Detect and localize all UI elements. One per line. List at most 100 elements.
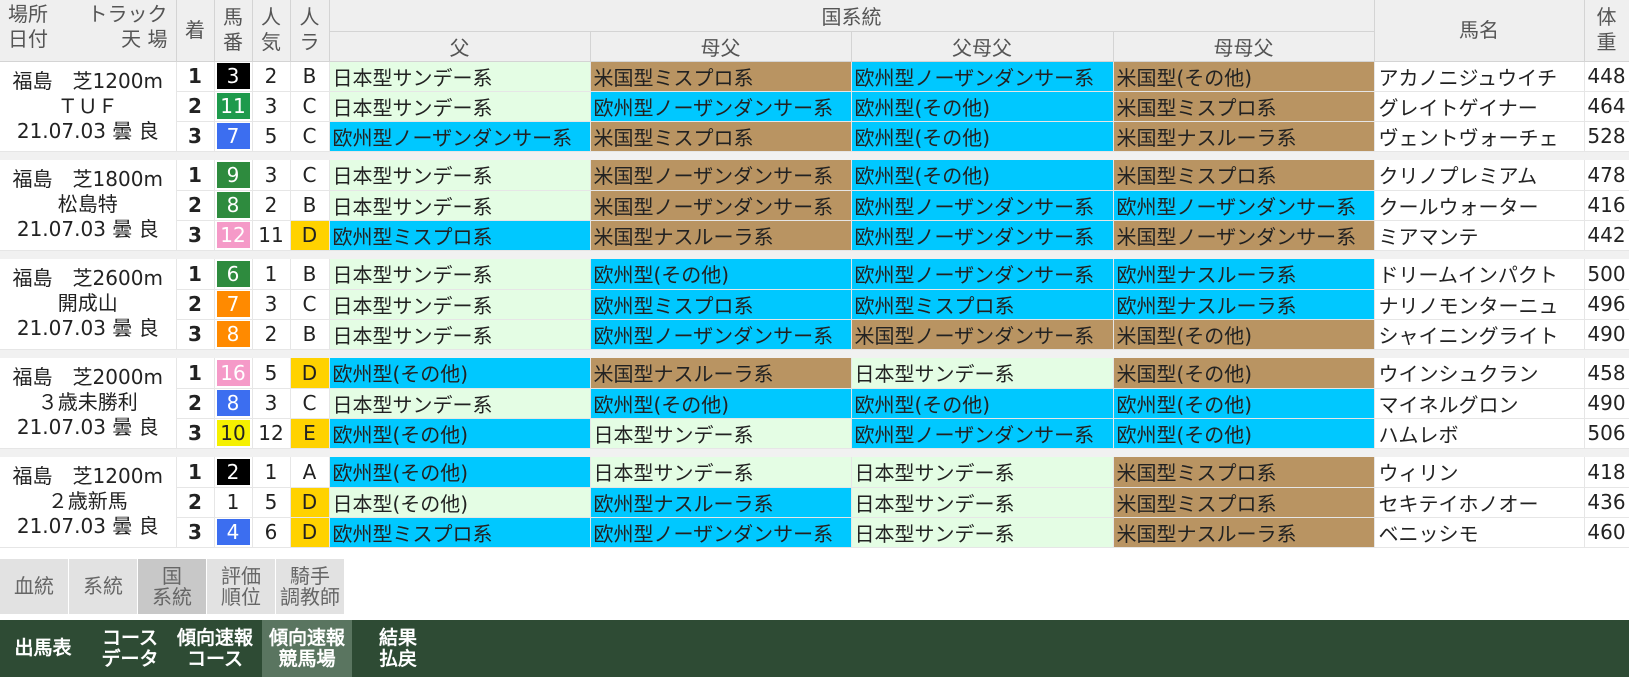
popularity-cell: 3 [252,91,291,122]
dam-dam-sire-lineage-cell: 欧州型ノーザンダンサー系 [1113,190,1375,221]
weight-cell: 442 [1584,220,1629,251]
race-date: 21.07.03 曇 良 [16,514,159,539]
weight-cell: 464 [1584,91,1629,122]
bottom-nav-item-2[interactable]: 傾向速報 コース [174,620,256,677]
sire-dam-sire-lineage-cell: 欧州型(その他) [851,388,1114,419]
damsire-lineage-cell: 米国型ミスプロ系 [590,121,852,152]
race-separator [0,547,1629,556]
race-course: 福島 芝1800m [12,167,163,192]
damsire-lineage-cell: 米国型ナスルーラ系 [590,220,852,251]
popularity-cell: 5 [252,487,291,518]
sire-lineage-cell: 日本型サンデー系 [329,289,591,320]
sire-dam-sire-lineage-cell: 日本型サンデー系 [851,487,1114,518]
race-course: 福島 芝1200m [12,68,163,93]
header-sire: 父 [329,31,591,62]
sire-dam-sire-lineage-cell: 欧州型ノーザンダンサー系 [851,190,1114,221]
sire-lineage-cell: 日本型サンデー系 [329,91,591,122]
view-tab-2[interactable]: 国 系統 [138,559,207,614]
race-separator [0,250,1629,259]
damsire-lineage-cell: 日本型サンデー系 [590,418,852,449]
horse-number-badge: 3 [216,63,250,89]
dam-dam-sire-lineage-cell: 米国型ノーザンダンサー系 [1113,220,1375,251]
sire-lineage-cell: 日本型サンデー系 [329,259,591,290]
weight-cell: 490 [1584,388,1629,419]
horse-number-cell: 16 [214,358,253,389]
weight-cell: 490 [1584,319,1629,350]
damsire-lineage-cell: 欧州型ノーザンダンサー系 [590,517,852,548]
header-location-date: 場所 トラック 日付 天 場 [0,0,177,62]
sire-lineage-cell: 日本型サンデー系 [329,190,591,221]
race-date: 21.07.03 曇 良 [16,217,159,242]
sire-lineage-cell: 欧州型ミスプロ系 [329,517,591,548]
horse-name-cell: ハムレボ [1374,418,1585,449]
race-separator-cell [0,151,1629,160]
bottom-nav-item-4[interactable]: 結果 払戻 [358,620,438,677]
damsire-lineage-cell: 欧州型ノーザンダンサー系 [590,319,852,350]
sire-lineage-cell: 日本型サンデー系 [329,61,591,92]
horse-number-cell: 6 [214,259,253,290]
race-course: 福島 芝1200m [12,464,163,489]
dam-dam-sire-lineage-cell: 欧州型ナスルーラ系 [1113,259,1375,290]
header-weather: 天 場 [121,27,168,51]
view-tab-0[interactable]: 血統 [0,559,69,614]
race-name: ＴＵＦ [57,93,118,118]
weight-cell: 416 [1584,190,1629,221]
race-info: 福島 芝1800m 松島特 21.07.03 曇 良 [0,160,177,251]
race-separator-cell [0,448,1629,457]
table-row: 2 8 2 B 日本型サンデー系 米国型ノーザンダンサー系 欧州型ノーザンダンサー系 欧州型ノ… [0,190,1629,221]
weight-cell: 528 [1584,121,1629,152]
bottom-nav-item-0[interactable]: 出馬表 [0,620,86,677]
horse-name-cell: グレイトゲイナー [1374,91,1585,122]
dam-dam-sire-lineage-cell: 米国型ミスプロ系 [1113,457,1375,488]
damsire-lineage-cell: 米国型ナスルーラ系 [590,358,852,389]
damsire-lineage-cell: 米国型ミスプロ系 [590,61,852,92]
dam-dam-sire-lineage-cell: 欧州型(その他) [1113,418,1375,449]
view-tabs: 血統 系統国 系統 評価 順位 騎手 調教師 [0,559,345,614]
view-tab-1[interactable]: 系統 [69,559,138,614]
race-info: 福島 芝2000m ３歳未勝利 21.07.03 曇 良 [0,358,177,449]
label-cell: B [290,61,330,92]
view-tab-3[interactable]: 評価 順位 [207,559,276,614]
sire-dam-sire-lineage-cell: 米国型ノーザンダンサー系 [851,319,1114,350]
popularity-cell: 11 [252,220,291,251]
sire-dam-sire-lineage-cell: 欧州型ノーザンダンサー系 [851,61,1114,92]
race-info: 福島 芝1200m ２歳新馬 21.07.03 曇 良 [0,457,177,548]
bottom-nav-item-1[interactable]: コース データ [92,620,168,677]
race-separator [0,349,1629,358]
horse-number-badge: 12 [216,222,250,248]
label-cell: D [290,487,330,518]
dam-dam-sire-lineage-cell: 米国型(その他) [1113,61,1375,92]
race-results-body: 福島 芝1200m ＴＵＦ 21.07.03 曇 良 1 3 2 B 日本型サンデー系 米国型ミ… [0,61,1629,556]
horse-number-badge: 4 [216,519,250,545]
weight-cell: 478 [1584,160,1629,191]
rank-cell: 3 [176,121,215,152]
rank-cell: 1 [176,61,215,92]
race-separator-cell [0,250,1629,259]
bottom-nav: 出馬表 コース データ 傾向速報 コース 傾向速報 競馬場 結果 払戻 [0,620,1629,677]
label-cell: A [290,457,330,488]
sire-lineage-cell: 欧州型(その他) [329,358,591,389]
dam-dam-sire-lineage-cell: 米国型ミスプロ系 [1113,91,1375,122]
horse-number-cell: 2 [214,457,253,488]
horse-name-cell: クリノプレミアム [1374,160,1585,191]
horse-number-cell: 9 [214,160,253,191]
damsire-lineage-cell: 欧州型ノーザンダンサー系 [590,91,852,122]
popularity-cell: 5 [252,121,291,152]
horse-number-badge: 8 [216,192,250,218]
damsire-lineage-cell: 欧州型ミスプロ系 [590,289,852,320]
popularity-cell: 3 [252,388,291,419]
header-country-lineage: 国系統 [329,0,1375,32]
view-tab-4[interactable]: 騎手 調教師 [276,559,345,614]
race-name: ２歳新馬 [47,489,128,514]
table-row: 3 10 12 E 欧州型(その他) 日本型サンデー系 欧州型ノーザンダンサー系 欧州型(その… [0,418,1629,449]
label-cell: B [290,190,330,221]
bottom-nav-item-3[interactable]: 傾向速報 競馬場 [262,620,352,677]
horse-number-badge: 2 [216,458,250,485]
weight-cell: 506 [1584,418,1629,449]
weight-cell: 448 [1584,61,1629,92]
sire-dam-sire-lineage-cell: 欧州型(その他) [851,91,1114,122]
horse-number-badge: 10 [216,420,250,446]
label-cell: D [290,517,330,548]
horse-number-cell: 1 [214,487,253,518]
rank-cell: 2 [176,91,215,122]
